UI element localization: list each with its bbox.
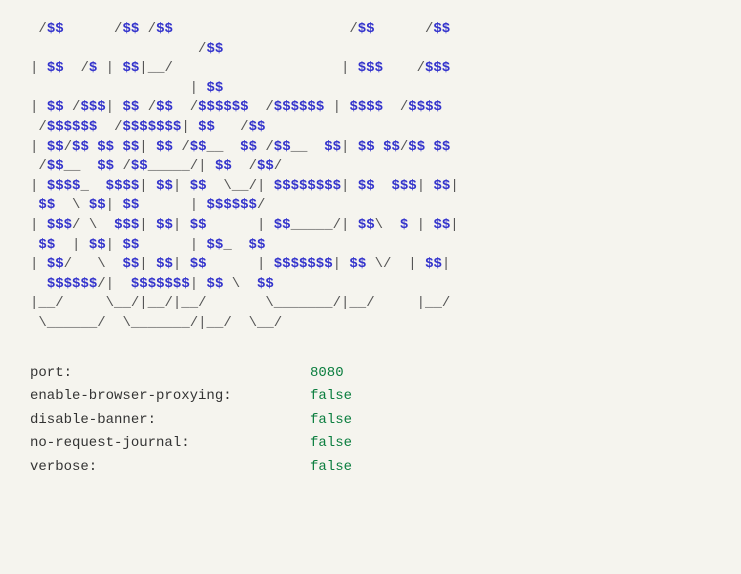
settings-block: port: 8080 enable-browser-proxying: fals…: [30, 364, 730, 478]
setting-value: 8080: [310, 364, 344, 384]
setting-key: port:: [30, 364, 310, 384]
setting-row: verbose: false: [30, 458, 730, 478]
setting-key: enable-browser-proxying:: [30, 387, 310, 407]
setting-value: false: [310, 458, 352, 478]
setting-row: enable-browser-proxying: false: [30, 387, 730, 407]
setting-row: port: 8080: [30, 364, 730, 384]
setting-key: no-request-journal:: [30, 434, 310, 454]
setting-value: false: [310, 387, 352, 407]
setting-key: verbose:: [30, 458, 310, 478]
ascii-banner: /$$ /$$ /$$ /$$ /$$ /$$ | $$ /$ | $$|__/…: [30, 20, 730, 334]
setting-key: disable-banner:: [30, 411, 310, 431]
setting-row: disable-banner: false: [30, 411, 730, 431]
setting-value: false: [310, 411, 352, 431]
setting-value: false: [310, 434, 352, 454]
setting-row: no-request-journal: false: [30, 434, 730, 454]
